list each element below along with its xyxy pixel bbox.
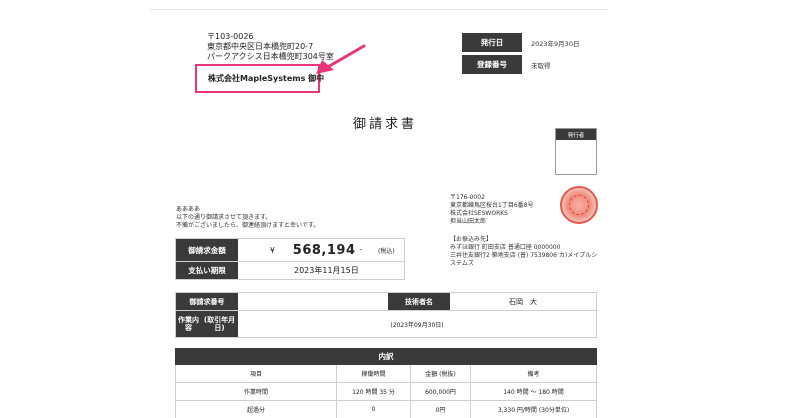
amount-label: 御請求金額 (176, 239, 238, 261)
detail-header-row: 項目 稼働時間 金額 (税抜) 備考 (175, 365, 597, 383)
column-header: 稼働時間 (337, 365, 411, 382)
bank-heading: 【お振込み先】 (450, 236, 493, 243)
info-row-work: 作業内容 (取引年月日) (2023年09月30日) (176, 311, 596, 337)
invoice-no-value (238, 293, 388, 310)
bank-line1: みずほ銀行 町田支店 普通口座 0000000 (450, 244, 561, 251)
invoice-no-label: 御請求番号 (176, 293, 238, 310)
issue-date-label: 発行日 (462, 33, 522, 52)
engineer-value: 石岡 大 (509, 297, 537, 306)
table-cell: 3,330 円/時間 (30分単位) (497, 407, 570, 414)
sender-info: 〒176-0002 東京都練馬区桜台1丁目6番8号 株式会社SESWORKS 担… (450, 194, 533, 226)
reg-no-label: 登録番号 (462, 55, 522, 74)
issue-date-row: 発行日 2023年9月30日 (462, 33, 579, 52)
greeting-text: ああああ 以下の通り御請求させて頂きます。 不備がございましたら、御連絡頂けます… (176, 206, 319, 230)
table-cell: 120 時間 35 分 (337, 383, 411, 400)
sender-postal: 〒176-0002 (450, 194, 485, 201)
column-header: 項目 (176, 365, 337, 382)
info-row-invoice: 御請求番号 技術者名 石岡 大 (176, 293, 596, 311)
work-label-line2: (取引年月日) (203, 316, 236, 332)
engineer-label: 技術者名 (388, 293, 450, 310)
due-date-value: 2023年11月15日 (294, 266, 359, 275)
table-row: 超過分 0 0円 3,330 円/時間 (30分単位) (175, 401, 597, 418)
table-cell: 0円 (411, 401, 471, 418)
detail-table: 内訳 項目 稼働時間 金額 (税抜) 備考 作業時間 120 時間 35 分 6… (175, 348, 597, 418)
table-cell: 0 (337, 401, 411, 418)
annotation-arrow-icon (316, 44, 366, 74)
amount-row: 御請求金額 ¥ 568,194 - (税込) (176, 239, 404, 262)
tax-note: (税込) (378, 247, 395, 255)
work-label: 作業内容 (取引年月日) (176, 311, 238, 337)
document-title: 御請求書 (352, 117, 417, 132)
work-label-line1: 作業内容 (178, 316, 199, 332)
sender-address: 東京都練馬区桜台1丁目6番8号 (450, 202, 534, 209)
issue-date-value: 2023年9月30日 (531, 39, 580, 48)
company-seal-icon (560, 186, 598, 224)
greeting-line2: 以下の通り御請求させて頂きます。 (176, 214, 272, 221)
greeting-line1: ああああ (176, 206, 201, 213)
table-row: 作業時間 120 時間 35 分 600,000円 140 時間 ～ 180 時… (175, 383, 597, 401)
currency-symbol: ¥ (270, 245, 275, 255)
due-date-label: 支払い期限 (176, 262, 238, 279)
detail-heading: 内訳 (175, 348, 597, 365)
work-period-value: (2023年09月30日) (390, 321, 444, 329)
sender-person: 担当山田太郎 (450, 218, 487, 225)
recipient-postal: 〒103-0026 (207, 32, 254, 41)
column-header: 金額 (税抜) (411, 365, 471, 382)
reg-no-value: 未取得 (531, 61, 551, 70)
issuer-stamp-box: 発行者 (555, 128, 597, 175)
page-top-divider (150, 9, 608, 10)
greeting-line3: 不備がございましたら、御連絡頂けますと幸いです。 (176, 222, 320, 229)
meta-table: 発行日 2023年9月30日 登録番号 未取得 (462, 33, 579, 77)
table-cell: 作業時間 (176, 383, 337, 400)
table-cell: 600,000円 (411, 383, 471, 400)
reg-no-row: 登録番号 未取得 (462, 55, 579, 74)
amount-table: 御請求金額 ¥ 568,194 - (税込) 支払い期限 2023年11月15日 (175, 238, 405, 280)
column-header: 備考 (527, 371, 540, 378)
bank-line2: 三井住友銀行2 築地支店 (普) 7539806 カ)メイプルシステムズ (450, 252, 598, 267)
info-table: 御請求番号 技術者名 石岡 大 作業内容 (取引年月日) (2023年09月30… (175, 292, 597, 338)
amount-suffix: - (359, 246, 363, 254)
due-date-row: 支払い期限 2023年11月15日 (176, 262, 404, 279)
table-cell: 超過分 (176, 401, 337, 418)
issuer-label: 発行者 (556, 129, 596, 140)
table-cell: 140 時間 ～ 180 時間 (503, 389, 564, 396)
amount-value: 568,194 (292, 242, 356, 258)
recipient-company: 株式会社MapleSystems 御中 (208, 74, 325, 83)
sender-company: 株式会社SESWORKS (450, 210, 508, 217)
bank-info: 【お振込み先】 みずほ銀行 町田支店 普通口座 0000000 三井住友銀行2 … (450, 236, 600, 268)
